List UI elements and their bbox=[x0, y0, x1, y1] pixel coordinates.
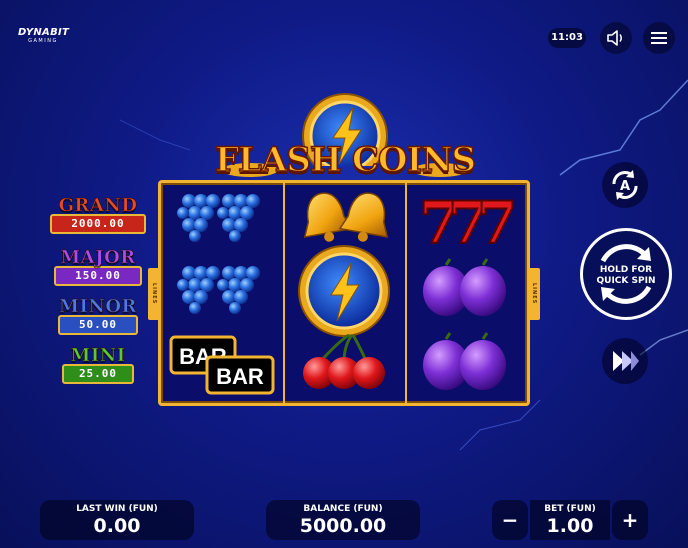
bet-value: 1.00 bbox=[546, 515, 594, 537]
reels-symbols: BAR BAR 7 7 7 bbox=[169, 188, 518, 395]
last-win-value: 0.00 bbox=[93, 515, 141, 537]
last-win-label: LAST WIN (FUN) bbox=[76, 504, 158, 514]
hamburger-menu-icon bbox=[651, 32, 667, 44]
jackpot-mini: MINI 25.00 bbox=[62, 345, 134, 384]
balance-label: BALANCE (FUN) bbox=[303, 504, 383, 514]
dynabit-logo: DYNABIT GAMING bbox=[18, 27, 70, 44]
grapes-symbol bbox=[177, 266, 260, 314]
jackpot-mini-title: MINI bbox=[70, 345, 126, 366]
svg-text:7: 7 bbox=[477, 189, 517, 257]
plums-symbol bbox=[423, 332, 506, 390]
plums-symbol bbox=[423, 258, 506, 316]
jackpot-grand-title: GRAND bbox=[58, 195, 138, 216]
speaker-icon bbox=[607, 30, 622, 46]
clock: 11:03 bbox=[548, 28, 586, 48]
bet-panel: BET (FUN) 1.00 bbox=[530, 500, 610, 540]
autoplay-icon: A bbox=[612, 170, 638, 200]
logo-subtext: GAMING bbox=[28, 38, 58, 44]
game-title-logo: FLASH COINS bbox=[200, 92, 490, 182]
flash-coin-symbol bbox=[298, 245, 390, 337]
menu-button[interactable] bbox=[643, 22, 675, 54]
sound-button[interactable] bbox=[600, 22, 632, 54]
jackpot-grand: GRAND 2000.00 bbox=[50, 195, 146, 234]
jackpot-major-value: 150.00 bbox=[54, 266, 142, 286]
fast-forward-icon bbox=[613, 351, 639, 371]
balance-panel: BALANCE (FUN) 5000.00 bbox=[266, 500, 420, 540]
spin-label: HOLD FOR QUICK SPIN bbox=[583, 265, 669, 287]
turbo-button[interactable] bbox=[602, 338, 648, 384]
bells-symbol bbox=[303, 192, 389, 242]
balance-value: 5000.00 bbox=[299, 515, 387, 537]
autoplay-button[interactable]: A bbox=[602, 162, 648, 208]
jackpot-minor-title: MINOR bbox=[59, 296, 137, 317]
jackpot-major: MAJOR 150.00 bbox=[54, 247, 142, 286]
svg-text:A: A bbox=[620, 179, 630, 194]
bet-decrease-button[interactable]: − bbox=[492, 500, 528, 540]
jackpot-minor-value: 50.00 bbox=[58, 315, 138, 335]
jackpot-major-title: MAJOR bbox=[60, 247, 136, 268]
spin-label-line2: QUICK SPIN bbox=[596, 276, 656, 286]
bet-increase-button[interactable]: + bbox=[612, 500, 648, 540]
cherries-symbol bbox=[303, 333, 385, 389]
svg-text:BAR: BAR bbox=[216, 364, 264, 389]
bet-label: BET (FUN) bbox=[544, 504, 596, 514]
jackpot-mini-value: 25.00 bbox=[62, 364, 134, 384]
spin-button[interactable]: HOLD FOR QUICK SPIN bbox=[580, 228, 672, 320]
sevens-symbol: 7 7 7 bbox=[418, 188, 518, 258]
jackpot-minor: MINOR 50.00 bbox=[58, 296, 138, 335]
spin-label-line1: HOLD FOR bbox=[599, 265, 653, 275]
last-win-panel: LAST WIN (FUN) 0.00 bbox=[40, 500, 194, 540]
game-title: FLASH COINS bbox=[214, 139, 477, 181]
grapes-symbol bbox=[177, 194, 260, 242]
bar-symbol: BAR BAR bbox=[169, 335, 275, 395]
logo-text: DYNABIT bbox=[18, 27, 70, 38]
jackpot-grand-value: 2000.00 bbox=[50, 214, 146, 234]
